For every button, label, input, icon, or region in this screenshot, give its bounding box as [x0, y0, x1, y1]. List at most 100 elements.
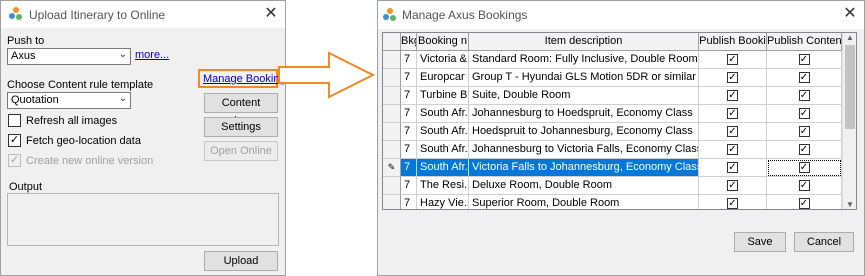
check-icon[interactable]: ✓ [798, 126, 810, 137]
cell-bkg[interactable]: 7 [401, 105, 417, 123]
row-header[interactable] [383, 105, 401, 123]
check-icon[interactable]: ✓ [798, 108, 810, 119]
cell-item[interactable]: Johannesburg to Victoria Falls, Economy … [469, 141, 699, 159]
cell-bkg[interactable]: 7 [401, 159, 417, 177]
cell-publish-content[interactable]: ✓ [767, 141, 842, 159]
cell-publish-booking[interactable]: ✓ [699, 195, 767, 209]
row-header[interactable] [383, 195, 401, 209]
open-online-button[interactable]: Open Online [204, 141, 278, 161]
cell-bkg[interactable]: 7 [401, 69, 417, 87]
check-icon[interactable]: ✓ [798, 54, 810, 65]
check-icon[interactable]: ✓ [727, 108, 738, 119]
cell-publish-content[interactable]: ✓ [767, 159, 842, 177]
scroll-up-icon[interactable]: ▲ [843, 33, 856, 42]
cell-publish-content[interactable]: ✓ [767, 69, 842, 87]
cell-booking[interactable]: South Afr... [417, 123, 469, 141]
cell-booking[interactable]: South Afr... [417, 141, 469, 159]
table-row[interactable]: 7 Europcar Group T - Hyundai GLS Motion 5D… [383, 69, 842, 87]
upload-button[interactable]: Upload [204, 251, 278, 271]
cell-publish-content[interactable]: ✓ [767, 195, 842, 209]
table-row[interactable]: 7 South Afr... Johannesburg to Victoria Fa… [383, 141, 842, 159]
column-header-publish-content[interactable]: Publish Content [767, 33, 842, 51]
cell-publish-booking[interactable]: ✓ [699, 177, 767, 195]
column-header-publish-booking[interactable]: Publish Booki [699, 33, 767, 51]
cell-booking[interactable]: Turbine B... [417, 87, 469, 105]
check-icon[interactable]: ✓ [798, 162, 810, 173]
more-link[interactable]: more... [135, 49, 169, 61]
table-row[interactable]: 7 The Resi... Deluxe Room, Double Room ✓ ✓ [383, 177, 842, 195]
create-version-checkbox[interactable]: ✓ Create new online version [8, 154, 153, 167]
row-header[interactable] [383, 141, 401, 159]
row-header[interactable] [383, 123, 401, 141]
cell-publish-booking[interactable]: ✓ [699, 69, 767, 87]
vertical-scrollbar[interactable]: ▲ ▼ [842, 33, 856, 209]
checkbox-box[interactable] [8, 114, 21, 127]
check-icon[interactable]: ✓ [727, 54, 738, 65]
check-icon[interactable]: ✓ [727, 72, 738, 83]
row-header[interactable] [383, 51, 401, 69]
row-header[interactable] [383, 177, 401, 195]
cell-booking[interactable]: Victoria &... [417, 51, 469, 69]
cell-publish-booking[interactable]: ✓ [699, 87, 767, 105]
cell-bkg[interactable]: 7 [401, 141, 417, 159]
settings-button[interactable]: Settings [204, 117, 278, 137]
cell-item[interactable]: Hoedspruit to Johannesburg, Economy Clas… [469, 123, 699, 141]
scroll-down-icon[interactable]: ▼ [843, 200, 856, 209]
check-icon[interactable]: ✓ [798, 72, 810, 83]
row-header[interactable] [383, 69, 401, 87]
check-icon[interactable]: ✓ [798, 144, 810, 155]
push-to-select[interactable]: Axus ⌄ [7, 48, 131, 65]
table-row[interactable]: ✎ 7 South Afr... Victoria Falls to Johannes… [383, 159, 842, 177]
content-rule-select[interactable]: Quotation ⌄ [7, 92, 131, 109]
row-header[interactable] [383, 87, 401, 105]
cell-booking[interactable]: The Resi... [417, 177, 469, 195]
cell-publish-content[interactable]: ✓ [767, 177, 842, 195]
column-header-bkg[interactable]: Bkgl [401, 33, 417, 51]
cell-publish-content[interactable]: ✓ [767, 123, 842, 141]
cell-publish-content[interactable]: ✓ [767, 87, 842, 105]
bookings-grid[interactable]: Bkgl Booking n Item description Publish … [382, 32, 857, 210]
cell-booking[interactable]: Hazy Vie... [417, 195, 469, 209]
cell-publish-booking[interactable]: ✓ [699, 159, 767, 177]
check-icon[interactable]: ✓ [8, 154, 21, 167]
check-icon[interactable]: ✓ [727, 144, 738, 155]
table-row[interactable]: 7 South Afr... Hoedspruit to Johannesburg,… [383, 123, 842, 141]
cell-item[interactable]: Johannesburg to Hoedspruit, Economy Clas… [469, 105, 699, 123]
close-icon[interactable]: ✕ [261, 4, 281, 24]
cell-publish-booking[interactable]: ✓ [699, 51, 767, 69]
cell-publish-booking[interactable]: ✓ [699, 105, 767, 123]
check-icon[interactable]: ✓ [798, 90, 810, 101]
check-icon[interactable]: ✓ [798, 180, 810, 191]
cell-item[interactable]: Superior Room, Double Room [469, 195, 699, 209]
cell-publish-booking[interactable]: ✓ [699, 141, 767, 159]
cell-item[interactable]: Suite, Double Room [469, 87, 699, 105]
close-icon[interactable]: ✕ [840, 4, 860, 24]
check-icon[interactable]: ✓ [727, 180, 738, 191]
table-row[interactable]: 7 Hazy Vie... Superior Room, Double Room ✓ ✓ [383, 195, 842, 209]
content-rules-button[interactable]: Content rules... [204, 93, 278, 127]
cell-publish-booking[interactable]: ✓ [699, 123, 767, 141]
cell-item[interactable]: Deluxe Room, Double Room [469, 177, 699, 195]
cell-bkg[interactable]: 7 [401, 51, 417, 69]
cell-item[interactable]: Victoria Falls to Johannesburg, Economy … [469, 159, 699, 177]
check-icon[interactable]: ✓ [8, 134, 21, 147]
cell-bkg[interactable]: 7 [401, 195, 417, 209]
table-row[interactable]: 7Turbine B...Suite, Double Room ✓ ✓ [383, 87, 842, 105]
cell-publish-content[interactable]: ✓ [767, 105, 842, 123]
column-header-booking[interactable]: Booking n [417, 33, 469, 51]
save-button[interactable]: Save [734, 232, 786, 252]
cell-bkg[interactable]: 7 [401, 177, 417, 195]
cell-booking[interactable]: South Afr... [417, 159, 469, 177]
check-icon[interactable]: ✓ [727, 162, 738, 173]
cell-bkg[interactable]: 7 [401, 123, 417, 141]
table-row[interactable]: 7Victoria &...Standard Room: Fully Inclu… [383, 51, 842, 69]
cell-publish-content[interactable]: ✓ [767, 51, 842, 69]
cell-item[interactable]: Standard Room: Fully Inclusive, Double R… [469, 51, 699, 69]
row-header[interactable]: ✎ [383, 159, 401, 177]
check-icon[interactable]: ✓ [727, 126, 738, 137]
check-icon[interactable]: ✓ [727, 198, 738, 209]
column-header-item[interactable]: Item description [469, 33, 699, 51]
check-icon[interactable]: ✓ [798, 198, 810, 209]
cell-booking[interactable]: South Afr... [417, 105, 469, 123]
cell-booking[interactable]: Europcar [417, 69, 469, 87]
